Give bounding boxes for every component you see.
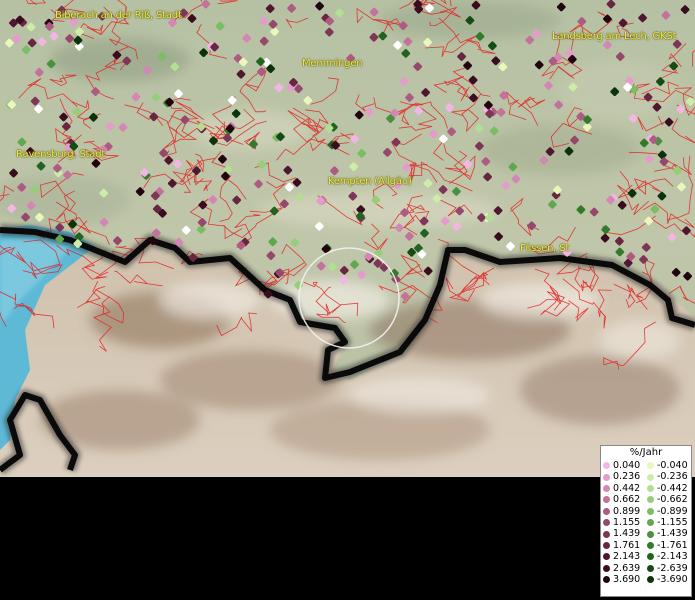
map-canvas[interactable]: [0, 0, 695, 477]
legend-value: -0.040: [657, 460, 688, 471]
legend-swatch: [647, 541, 654, 549]
legend-row: 1.439 -1.439: [603, 528, 691, 539]
town-label: Biberach an der Riß, Stadt: [55, 10, 182, 21]
legend-value: -2.143: [657, 551, 688, 563]
legend-swatch: [603, 576, 610, 584]
legend-row: 0.040 -0.040: [603, 460, 691, 471]
town-label: Füssen, St: [520, 243, 570, 254]
legend-entry: -0.899: [647, 506, 691, 517]
town-label: Memmingen: [302, 58, 363, 69]
legend-swatch: [647, 507, 654, 515]
legend-row: 0.899 -0.899: [603, 506, 691, 517]
legend-swatch: [647, 519, 654, 527]
legend-entry: 0.662: [603, 494, 647, 505]
legend-row: 0.662 -0.662: [603, 494, 691, 505]
town-label: Ravensburg, Stadt: [16, 149, 106, 160]
legend-value: 2.639: [613, 562, 641, 574]
legend-entry: -0.442: [647, 483, 691, 494]
legend-value: 1.155: [613, 516, 641, 528]
legend-entry: 0.236: [603, 471, 647, 482]
legend-row: 3.690 -3.690: [603, 574, 691, 585]
town-label: Landsberg am Lech, GKSt: [552, 31, 677, 42]
legend-row: 2.143 -2.143: [603, 551, 691, 562]
legend-swatch: [603, 553, 610, 561]
legend-swatch: [647, 576, 654, 584]
legend-swatch: [647, 530, 654, 538]
legend-swatch: [647, 496, 654, 504]
legend-swatch: [647, 553, 654, 561]
legend-entry: 0.899: [603, 506, 647, 517]
legend-value: -1.439: [657, 528, 688, 540]
legend-value: -1.761: [657, 539, 688, 551]
map-view[interactable]: Biberach an der Riß, Stadt Landsberg am L…: [0, 0, 695, 477]
legend-swatch: [647, 564, 654, 572]
legend-entry: 0.442: [603, 483, 647, 494]
legend-entry: -1.155: [647, 517, 691, 528]
legend-swatch: [603, 541, 610, 549]
legend-row: 2.639 -2.639: [603, 563, 691, 574]
legend-entry: -1.761: [647, 540, 691, 551]
legend-swatch: [603, 519, 610, 527]
legend-swatch: [647, 462, 654, 470]
legend-swatch: [647, 484, 654, 492]
legend-swatch: [603, 564, 610, 572]
legend-swatch: [647, 473, 654, 481]
legend-swatch: [603, 484, 610, 492]
legend-value: 0.662: [613, 494, 641, 506]
legend-entry: 0.040: [603, 460, 647, 471]
legend-value: -0.442: [657, 482, 688, 494]
legend-value: 0.899: [613, 505, 641, 517]
map-legend: %/Jahr 0.040 -0.040 0.236 -0.236 0.442 -0.442…: [600, 445, 692, 597]
legend-row: 1.155 -1.155: [603, 517, 691, 528]
legend-value: -1.155: [657, 516, 688, 528]
legend-entry: -1.439: [647, 528, 691, 539]
legend-value: 3.690: [613, 573, 641, 585]
legend-entry: -2.639: [647, 563, 691, 574]
legend-swatch: [603, 462, 610, 470]
legend-value: -0.899: [657, 505, 688, 517]
legend-row: 0.236 -0.236: [603, 471, 691, 482]
legend-entry: 3.690: [603, 574, 647, 585]
legend-entry: -0.662: [647, 494, 691, 505]
legend-entry: 1.439: [603, 528, 647, 539]
legend-swatch: [603, 530, 610, 538]
legend-swatch: [603, 496, 610, 504]
legend-swatch: [603, 507, 610, 515]
town-label: Kempten (Allgäu): [328, 176, 412, 187]
legend-value: 0.236: [613, 471, 641, 483]
legend-value: -0.236: [657, 471, 688, 483]
legend-value: 0.442: [613, 482, 641, 494]
legend-entry: -3.690: [647, 574, 691, 585]
legend-value: 1.761: [613, 539, 641, 551]
legend-entry: -0.040: [647, 460, 691, 471]
legend-value: 1.439: [613, 528, 641, 540]
legend-row: 1.761 -1.761: [603, 540, 691, 551]
legend-value: -2.639: [657, 562, 688, 574]
legend-rows: 0.040 -0.040 0.236 -0.236 0.442 -0.442 0.662 -0…: [601, 460, 691, 585]
legend-swatch: [603, 473, 610, 481]
legend-entry: 1.155: [603, 517, 647, 528]
legend-value: 2.143: [613, 551, 641, 563]
legend-entry: -2.143: [647, 551, 691, 562]
legend-title: %/Jahr: [629, 447, 663, 458]
legend-entry: -0.236: [647, 471, 691, 482]
legend-row: 0.442 -0.442: [603, 483, 691, 494]
legend-entry: 2.143: [603, 551, 647, 562]
legend-value: -0.662: [657, 494, 688, 506]
legend-entry: 1.761: [603, 540, 647, 551]
legend-value: -3.690: [657, 573, 688, 585]
legend-value: 0.040: [613, 460, 641, 471]
legend-entry: 2.639: [603, 563, 647, 574]
